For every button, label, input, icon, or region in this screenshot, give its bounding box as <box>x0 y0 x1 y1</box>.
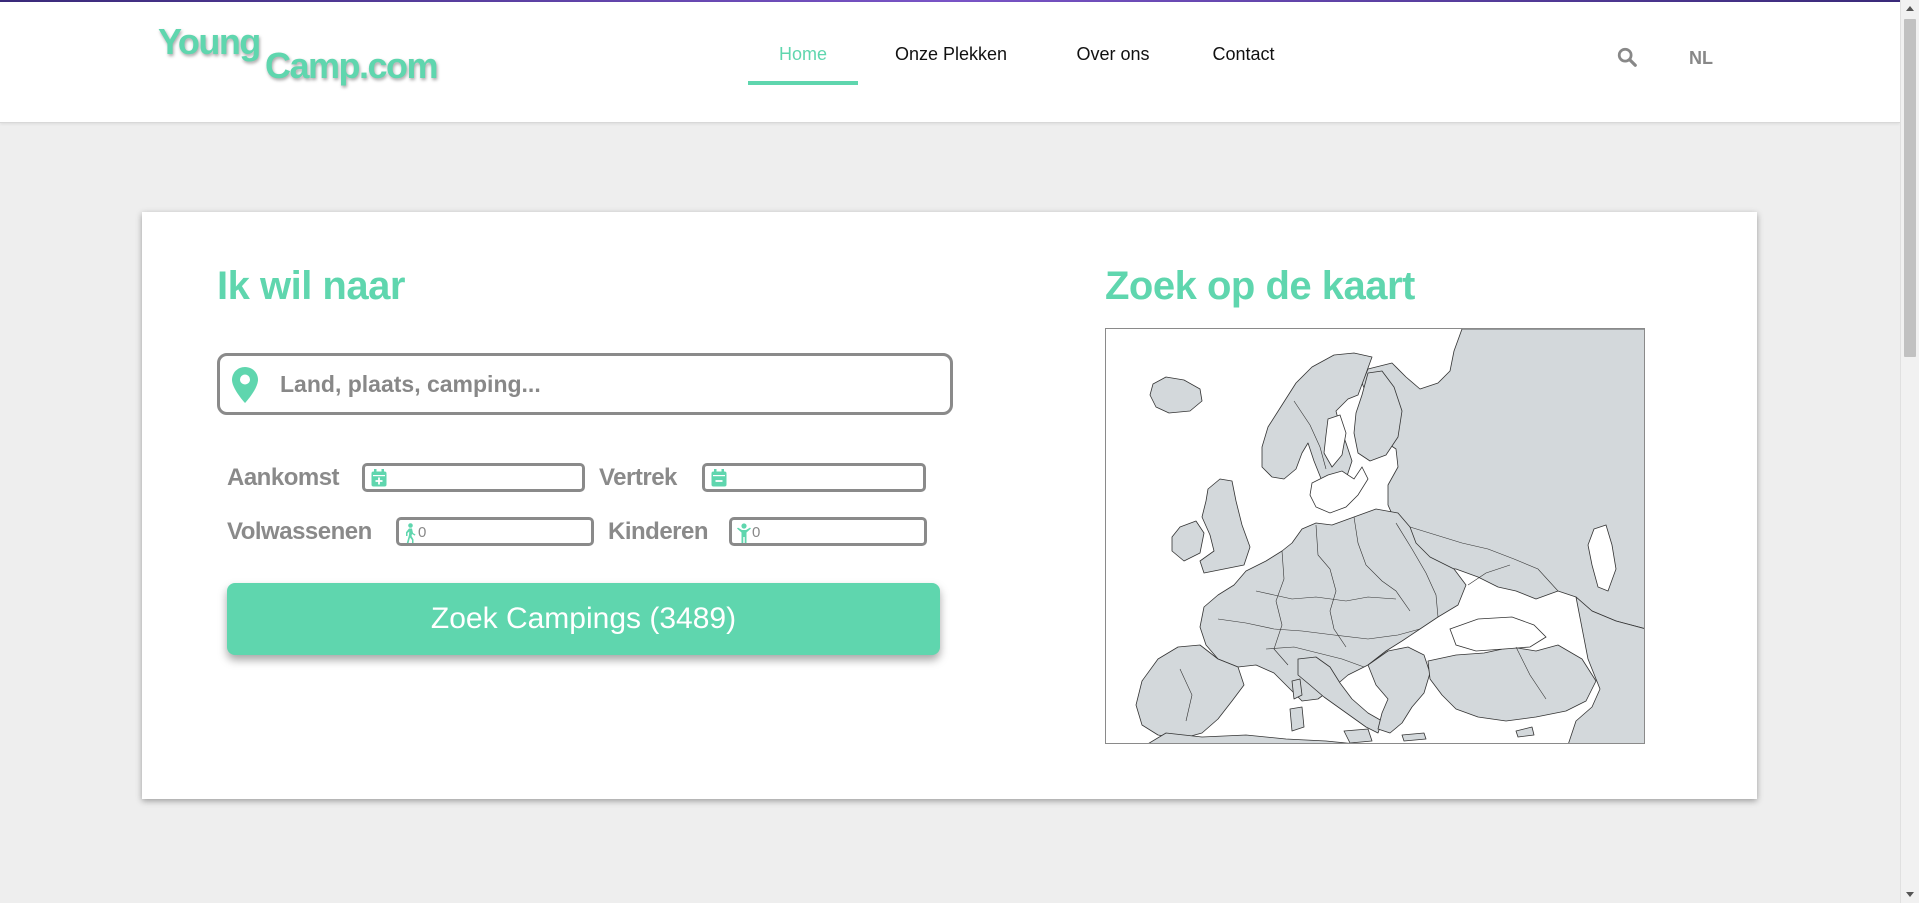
navbar: Young Camp.com Home Onze Plekken Over on… <box>0 2 1900 123</box>
destination-field[interactable] <box>217 353 953 415</box>
adult-walking-icon <box>406 523 416 543</box>
scrollbar-thumb[interactable] <box>1904 19 1916 357</box>
map-heading: Zoek op de kaart <box>1105 264 1415 308</box>
search-icon[interactable] <box>1616 46 1638 68</box>
calendar-plus-icon <box>371 469 387 487</box>
departure-label: Vertrek <box>599 464 677 491</box>
logo-line-1: Young <box>158 21 261 62</box>
europe-map-image <box>1135 329 1644 743</box>
departure-field[interactable] <box>702 463 926 492</box>
adults-field[interactable] <box>396 517 594 546</box>
nav-contact[interactable]: Contact <box>1187 44 1300 85</box>
scroll-down-arrow-icon[interactable] <box>1906 892 1914 897</box>
search-heading: Ik wil naar <box>217 264 405 308</box>
child-icon <box>737 523 751 543</box>
adults-input[interactable] <box>418 521 568 543</box>
children-label: Kinderen <box>608 518 709 545</box>
europe-map[interactable] <box>1105 328 1645 744</box>
nav-home[interactable]: Home <box>748 44 858 85</box>
calendar-minus-icon <box>711 469 727 487</box>
nav-onze-plekken[interactable]: Onze Plekken <box>858 44 1044 85</box>
logo-line-2: Camp.com <box>265 45 439 86</box>
arrival-field[interactable] <box>362 463 585 492</box>
search-card: Ik wil naar Aankomst Vertrek Volwass <box>142 212 1757 799</box>
main-nav: Home Onze Plekken Over ons Contact <box>748 44 1300 85</box>
search-campings-button[interactable]: Zoek Campings (3489) <box>227 583 940 655</box>
destination-input[interactable] <box>280 364 930 404</box>
children-input[interactable] <box>752 521 902 543</box>
arrival-label: Aankomst <box>227 464 340 491</box>
language-switch[interactable]: NL <box>1689 48 1713 69</box>
scroll-up-arrow-icon[interactable] <box>1906 6 1914 11</box>
children-field[interactable] <box>729 517 927 546</box>
departure-input[interactable] <box>726 467 876 489</box>
arrival-input[interactable] <box>386 467 536 489</box>
nav-over-ons[interactable]: Over ons <box>1057 44 1169 85</box>
map-pin-icon <box>232 367 258 403</box>
adults-label: Volwassenen <box>227 518 372 545</box>
page-scrollbar[interactable] <box>1900 0 1919 903</box>
